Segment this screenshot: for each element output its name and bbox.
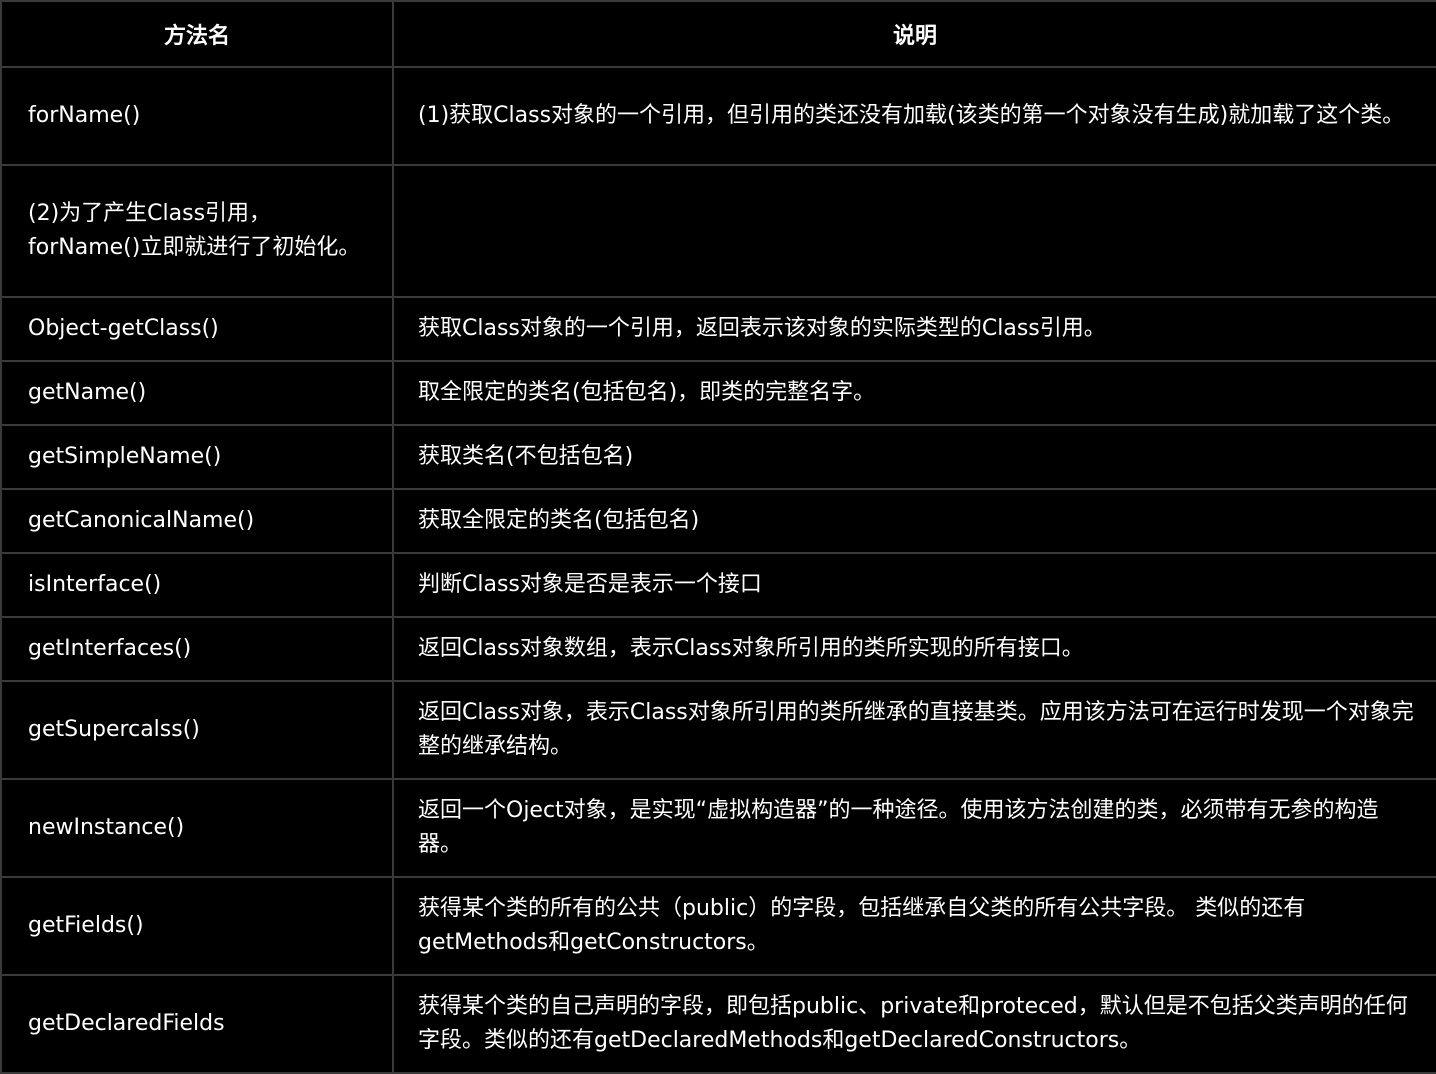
method-name-cell: getSupercalss() (0, 680, 394, 780)
table-row: getName() 取全限定的类名(包括包名)，即类的完整名字。 (0, 360, 1436, 426)
method-name-cell: getFields() (0, 876, 394, 976)
table-row: getDeclaredFields 获得某个类的自己声明的字段，即包括publi… (0, 974, 1436, 1074)
table-row: getSimpleName() 获取类名(不包括包名) (0, 424, 1436, 490)
table-row: getFields() 获得某个类的所有的公共（public）的字段，包括继承自… (0, 876, 1436, 976)
method-name-cell: forName() (0, 66, 394, 166)
table-row: Object-getClass() 获取Class对象的一个引用，返回表示该对象… (0, 296, 1436, 362)
method-name-cell: isInterface() (0, 552, 394, 618)
method-description-cell: 返回Class对象，表示Class对象所引用的类所继承的直接基类。应用该方法可在… (392, 680, 1436, 780)
method-table: 方法名 说明 forName() (1)获取Class对象的一个引用，但引用的类… (0, 0, 1436, 1074)
method-description-cell (392, 164, 1436, 298)
table-row: getSupercalss() 返回Class对象，表示Class对象所引用的类… (0, 680, 1436, 780)
table-row: newInstance() 返回一个Oject对象，是实现“虚拟构造器”的一种途… (0, 778, 1436, 878)
method-name-cell: getSimpleName() (0, 424, 394, 490)
method-description-cell: 获取Class对象的一个引用，返回表示该对象的实际类型的Class引用。 (392, 296, 1436, 362)
method-description-cell: 返回一个Oject对象，是实现“虚拟构造器”的一种途径。使用该方法创建的类，必须… (392, 778, 1436, 878)
table-row: getCanonicalName() 获取全限定的类名(包括包名) (0, 488, 1436, 554)
method-name-cell: Object-getClass() (0, 296, 394, 362)
method-name-cell: newInstance() (0, 778, 394, 878)
table-row: forName() (1)获取Class对象的一个引用，但引用的类还没有加载(该… (0, 66, 1436, 166)
table-row: getInterfaces() 返回Class对象数组，表示Class对象所引用… (0, 616, 1436, 682)
method-description-cell: 获得某个类的所有的公共（public）的字段，包括继承自父类的所有公共字段。 类… (392, 876, 1436, 976)
column-header-description: 说明 (392, 0, 1436, 68)
method-name-cell: getName() (0, 360, 394, 426)
method-description-cell: 获得某个类的自己声明的字段，即包括public、private和proteced… (392, 974, 1436, 1074)
method-name-cell: getCanonicalName() (0, 488, 394, 554)
method-description-cell: 取全限定的类名(包括包名)，即类的完整名字。 (392, 360, 1436, 426)
method-name-cell: (2)为了产生Class引用，forName()立即就进行了初始化。 (0, 164, 394, 298)
method-description-cell: 返回Class对象数组，表示Class对象所引用的类所实现的所有接口。 (392, 616, 1436, 682)
method-description-cell: (1)获取Class对象的一个引用，但引用的类还没有加载(该类的第一个对象没有生… (392, 66, 1436, 166)
column-header-method-name: 方法名 (0, 0, 394, 68)
method-description-cell: 获取类名(不包括包名) (392, 424, 1436, 490)
table-header-row: 方法名 说明 (0, 0, 1436, 68)
table-row: (2)为了产生Class引用，forName()立即就进行了初始化。 (0, 164, 1436, 298)
table-row: isInterface() 判断Class对象是否是表示一个接口 (0, 552, 1436, 618)
method-name-cell: getInterfaces() (0, 616, 394, 682)
method-description-cell: 获取全限定的类名(包括包名) (392, 488, 1436, 554)
method-description-cell: 判断Class对象是否是表示一个接口 (392, 552, 1436, 618)
method-name-cell: getDeclaredFields (0, 974, 394, 1074)
